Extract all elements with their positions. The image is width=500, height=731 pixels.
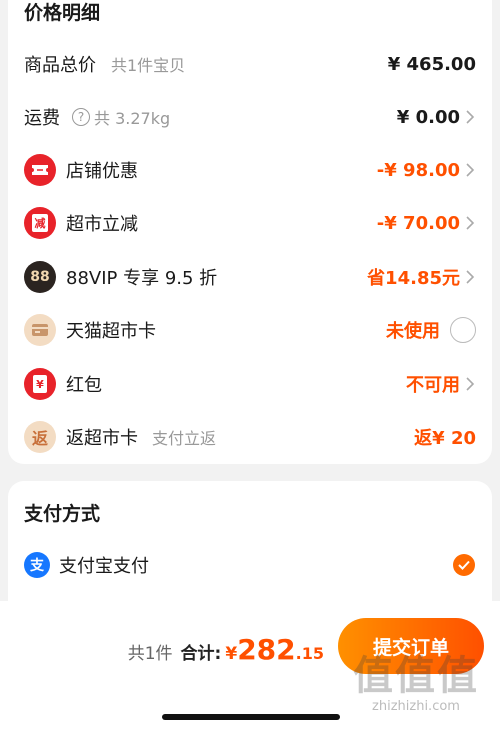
- price-detail-card: 价格明细 商品总价 共1件宝贝 ¥ 465.00 运费 ? 共 3.27kg ¥…: [8, 0, 492, 464]
- watermark-logo: 值值值: [353, 653, 479, 699]
- chevron-right-icon: [466, 163, 475, 177]
- vip-discount-label: 88VIP 专享 9.5 折: [66, 268, 218, 289]
- currency-symbol: ¥: [225, 644, 238, 664]
- payment-card: 支付方式 支 支付宝支付: [8, 481, 492, 601]
- row-shipping[interactable]: 运费 ? 共 3.27kg ¥ 0.00: [8, 97, 492, 137]
- cashback-sub: 支付立返: [152, 429, 217, 448]
- cashback-value: 返¥ 20: [414, 428, 476, 449]
- store-discount-label: 店铺优惠: [66, 161, 138, 182]
- card-icon: [24, 314, 56, 346]
- row-cashback-card: 返 返超市卡 支付立返 返¥ 20: [8, 417, 492, 457]
- tmall-card-radio[interactable]: [450, 317, 476, 343]
- shipping-label: 运费: [24, 108, 60, 129]
- row-tmall-card[interactable]: 天猫超市卡 未使用: [8, 310, 492, 350]
- home-indicator: [162, 714, 340, 720]
- total-label: 合计:: [180, 644, 222, 664]
- supermarket-reduction-label: 超市立减: [66, 214, 138, 235]
- help-icon[interactable]: ?: [72, 108, 90, 126]
- red-packet-value: 不可用: [406, 371, 476, 397]
- row-goods-total: 商品总价 共1件宝贝 ¥ 465.00: [8, 44, 492, 84]
- chevron-right-icon: [466, 377, 475, 391]
- supermarket-reduction-value: -¥ 70.00: [377, 213, 476, 234]
- cashback-icon: 返: [24, 421, 56, 453]
- alipay-selected[interactable]: [453, 554, 475, 576]
- check-icon: [453, 554, 475, 576]
- vip-saving-value: 省14.85元: [367, 264, 476, 290]
- row-supermarket-reduction[interactable]: 减 超市立减 -¥ 70.00: [8, 203, 492, 243]
- red-packet-icon: ¥: [24, 368, 56, 400]
- chevron-right-icon: [466, 270, 475, 284]
- alipay-label: 支付宝支付: [59, 556, 149, 577]
- shipping-weight-sub: 共 3.27kg: [94, 109, 171, 128]
- shipping-value: ¥ 0.00: [397, 107, 476, 128]
- tmall-card-label: 天猫超市卡: [66, 321, 156, 342]
- vip-88-icon: 88: [24, 261, 56, 293]
- price-detail-title: 价格明细: [24, 2, 101, 24]
- payment-title: 支付方式: [24, 503, 101, 525]
- row-red-packet[interactable]: ¥ 红包 不可用: [8, 364, 492, 404]
- total-decimal: .15: [295, 644, 324, 663]
- store-discount-value: -¥ 98.00: [377, 160, 476, 181]
- reduction-icon: 减: [24, 207, 56, 239]
- row-88vip[interactable]: 88 88VIP 专享 9.5 折 省14.85元: [8, 257, 492, 297]
- alipay-icon: 支: [24, 552, 50, 578]
- payment-option-alipay[interactable]: 支 支付宝支付: [8, 545, 492, 585]
- bottom-bar: 共1件 合计: ¥ 282 .15 提交订单 值值值 zhizhizhi.com: [0, 601, 500, 731]
- goods-count-sub: 共1件宝贝: [111, 56, 186, 75]
- watermark: 值值值 zhizhizhi.com: [346, 653, 486, 714]
- ticket-icon: [24, 154, 56, 186]
- chevron-right-icon: [466, 216, 475, 230]
- cashback-label: 返超市卡: [66, 428, 138, 449]
- item-count: 共1件: [127, 644, 173, 664]
- goods-total-label: 商品总价: [24, 55, 96, 76]
- red-packet-label: 红包: [66, 375, 102, 396]
- tmall-card-value: 未使用: [386, 317, 476, 343]
- row-store-discount[interactable]: 店铺优惠 -¥ 98.00: [8, 150, 492, 190]
- order-total: 共1件 合计: ¥ 282 .15: [128, 633, 324, 666]
- chevron-right-icon: [466, 110, 475, 124]
- goods-total-value: ¥ 465.00: [387, 53, 476, 75]
- total-integer: 282: [237, 633, 296, 666]
- watermark-url: zhizhizhi.com: [372, 699, 460, 714]
